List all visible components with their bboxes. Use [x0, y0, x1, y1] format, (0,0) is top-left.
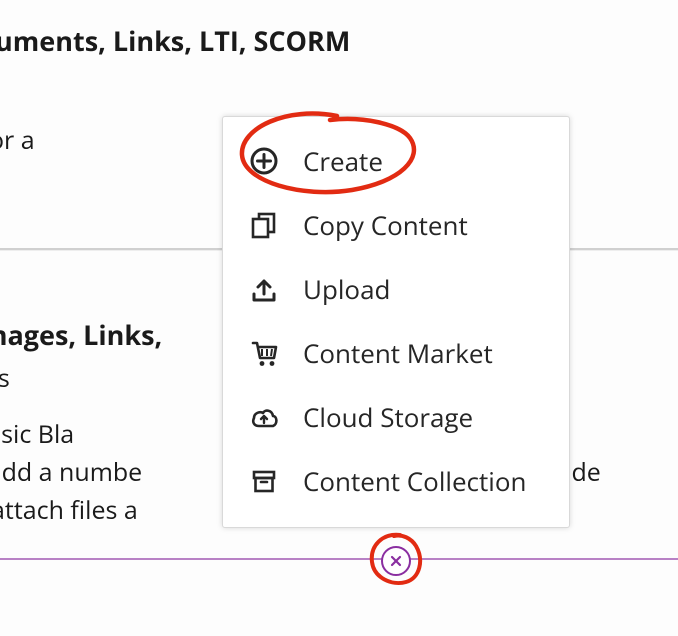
- section-title: t - Documents, Links, LTI, SCORM: [0, 22, 678, 59]
- insert-line: [0, 558, 678, 560]
- cart-icon: [245, 338, 283, 368]
- paragraph-left: can add a numbe: [0, 455, 142, 489]
- paragraph-left: ar with classic Bla: [0, 417, 74, 451]
- menu-item-upload[interactable]: Upload: [223, 257, 569, 321]
- menu-item-label: Upload: [303, 271, 390, 307]
- section-description-left: t Ultra's tools for a: [0, 123, 35, 157]
- add-content-menu: Create Copy Content Upload Content Market Cl…: [222, 116, 570, 528]
- menu-item-content-collection[interactable]: Content Collection: [223, 449, 569, 513]
- copy-icon: [245, 211, 283, 239]
- menu-item-content-market[interactable]: Content Market: [223, 321, 569, 385]
- menu-item-label: Content Collection: [303, 463, 526, 499]
- menu-item-label: Cloud Storage: [303, 399, 473, 435]
- close-icon: [390, 555, 402, 567]
- menu-item-copy-content[interactable]: Copy Content: [223, 193, 569, 257]
- cloud-icon: [245, 402, 283, 432]
- archive-icon: [245, 467, 283, 495]
- menu-item-create[interactable]: Create: [223, 129, 569, 193]
- plus-circle-icon: [245, 146, 283, 176]
- menu-item-label: Content Market: [303, 335, 493, 371]
- upload-icon: [245, 275, 283, 303]
- close-add-button[interactable]: [381, 546, 411, 576]
- section-subtitle: ts: [0, 67, 678, 101]
- menu-item-label: Create: [303, 143, 383, 179]
- menu-item-label: Copy Content: [303, 207, 468, 243]
- menu-item-cloud-storage[interactable]: Cloud Storage: [223, 385, 569, 449]
- paragraph-left: and attach files a: [0, 493, 138, 527]
